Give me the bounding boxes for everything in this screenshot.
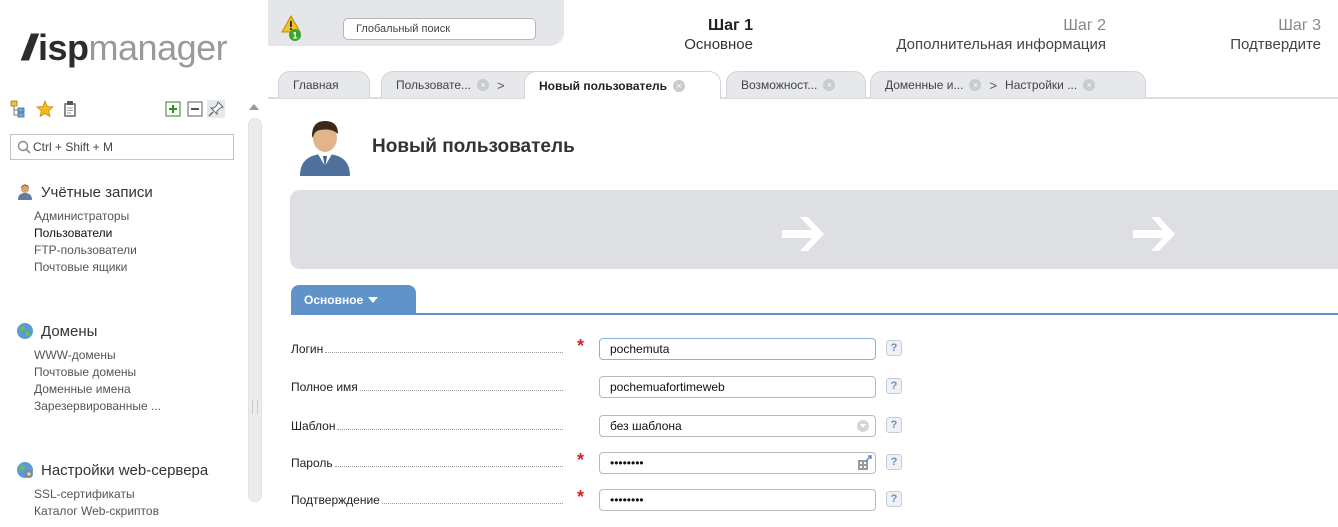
caret-down-icon (368, 297, 379, 303)
warning-count-badge: 1 (292, 31, 297, 41)
sidebar-item-reserved[interactable]: Зарезервированные ... (34, 398, 161, 415)
user-avatar-icon (300, 121, 350, 176)
tab-settings[interactable]: Настройки ... (1005, 78, 1077, 92)
password-label: Пароль (291, 456, 335, 470)
expand-all-icon[interactable] (164, 100, 182, 118)
help-icon[interactable]: ? (886, 454, 902, 470)
login-label: Логин (291, 342, 326, 356)
section-web-server-header[interactable]: Настройки web-сервера (16, 459, 208, 481)
section-accounts-header[interactable]: Учётные записи (16, 181, 153, 203)
scroll-up-arrow-icon[interactable] (249, 104, 259, 110)
tab-features[interactable]: Возможност... × (726, 71, 866, 98)
globe-icon (17, 323, 33, 339)
form-section-line (291, 313, 1338, 315)
clipboard-icon[interactable] (61, 100, 79, 118)
sidebar: //ispmanager Ctrl + Shift + M Учётные за… (0, 0, 248, 527)
sidebar-item-administrators[interactable]: Администраторы (34, 208, 153, 225)
fullname-field[interactable] (599, 376, 876, 398)
web-server-icon (17, 462, 33, 478)
wizard-step-3[interactable]: Шаг 3 Подтвердите (1230, 16, 1321, 55)
confirm-label: Подтверждение (291, 493, 382, 507)
template-label: Шаблон (291, 419, 338, 433)
favorites-star-icon[interactable] (36, 100, 54, 118)
chevron-right-icon: > (989, 77, 998, 93)
pin-icon[interactable] (207, 100, 225, 118)
logo: //ispmanager (22, 27, 228, 68)
password-field[interactable] (599, 452, 876, 474)
sidebar-item-ftp-users[interactable]: FTP-пользователи (34, 242, 153, 259)
sidebar-item-mail-domains[interactable]: Почтовые домены (34, 364, 161, 381)
section-accounts: Учётные записи Администраторы Пользовате… (16, 181, 153, 276)
search-icon (17, 140, 31, 154)
sidebar-item-domain-names[interactable]: Доменные имена (34, 381, 161, 398)
menu-search-input[interactable] (33, 138, 229, 156)
help-icon[interactable]: ? (886, 491, 902, 507)
wizard-step-2[interactable]: Шаг 2 Дополнительная информация (896, 16, 1106, 55)
tab-bar: Главная Пользовате... × > Новый пользова… (268, 71, 1338, 99)
template-select[interactable]: без шаблона (599, 415, 876, 437)
chevron-right-icon: > (497, 77, 505, 93)
tab-features-close-icon[interactable]: × (823, 79, 836, 91)
sidebar-item-web-scripts[interactable]: Каталог Web-скриптов (34, 503, 208, 520)
form-row-template: Шаблон без шаблона ? (291, 414, 911, 438)
form-row-fullname: Полное имя ? (291, 375, 911, 399)
sidebar-item-mailboxes[interactable]: Почтовые ящики (34, 259, 153, 276)
warning-notification-icon[interactable]: 1 (281, 14, 303, 42)
help-icon[interactable]: ? (886, 378, 902, 394)
section-domains: Домены WWW-домены Почтовые домены Доменн… (16, 320, 161, 415)
section-web-server: Настройки web-сервера SSL-сертификаты Ка… (16, 459, 208, 520)
form-section-tab[interactable]: Основное (291, 285, 416, 314)
page-title: Новый пользователь (372, 136, 575, 157)
user-accounts-icon (18, 184, 32, 200)
required-mark: * (577, 336, 585, 356)
login-field[interactable] (599, 338, 876, 360)
tab-domains-close-icon[interactable]: × (969, 79, 982, 91)
wizard-step-1[interactable]: Шаг 1 Основное (684, 16, 753, 55)
tab-new-user[interactable]: Новый пользователь × (524, 71, 721, 99)
sidebar-item-users[interactable]: Пользователи (34, 225, 153, 242)
tab-domain-names[interactable]: Доменные и... × > Настройки ... × (870, 71, 1146, 98)
help-icon[interactable]: ? (886, 340, 902, 356)
form-row-confirm: Подтверждение * ? (291, 488, 911, 512)
sidebar-scrollbar[interactable] (246, 100, 264, 527)
step-arrow-icon (1133, 217, 1175, 251)
password-generator-icon[interactable] (857, 455, 873, 471)
app-window: //ispmanager Ctrl + Shift + M Учётные за… (0, 0, 1338, 527)
dropdown-arrow-icon[interactable] (857, 420, 869, 432)
scrollbar-thumb[interactable] (248, 118, 262, 502)
section-domains-header[interactable]: Домены (16, 320, 161, 342)
collapse-all-icon[interactable] (186, 100, 204, 118)
sidebar-item-ssl-certificates[interactable]: SSL-сертификаты (34, 486, 208, 503)
help-icon[interactable]: ? (886, 417, 902, 433)
fullname-label: Полное имя (291, 380, 360, 394)
menu-search-box[interactable] (10, 134, 234, 160)
tab-new-user-close-icon[interactable]: × (673, 79, 686, 92)
tab-settings-close-icon[interactable]: × (1083, 79, 1096, 91)
step-arrow-icon (782, 217, 824, 251)
tab-users-close-icon[interactable]: × (477, 79, 490, 91)
form-row-password: Пароль * ? (291, 451, 911, 475)
required-mark: * (577, 487, 585, 507)
sidebar-item-www-domains[interactable]: WWW-домены (34, 347, 161, 364)
tab-home[interactable]: Главная (278, 71, 370, 98)
resize-grip-icon[interactable] (252, 400, 258, 414)
global-search-input[interactable] (343, 18, 536, 40)
form-row-login: Логин * ? (291, 337, 911, 361)
confirm-password-field[interactable] (599, 489, 876, 511)
required-mark: * (577, 450, 585, 470)
tree-view-icon[interactable] (10, 100, 28, 118)
